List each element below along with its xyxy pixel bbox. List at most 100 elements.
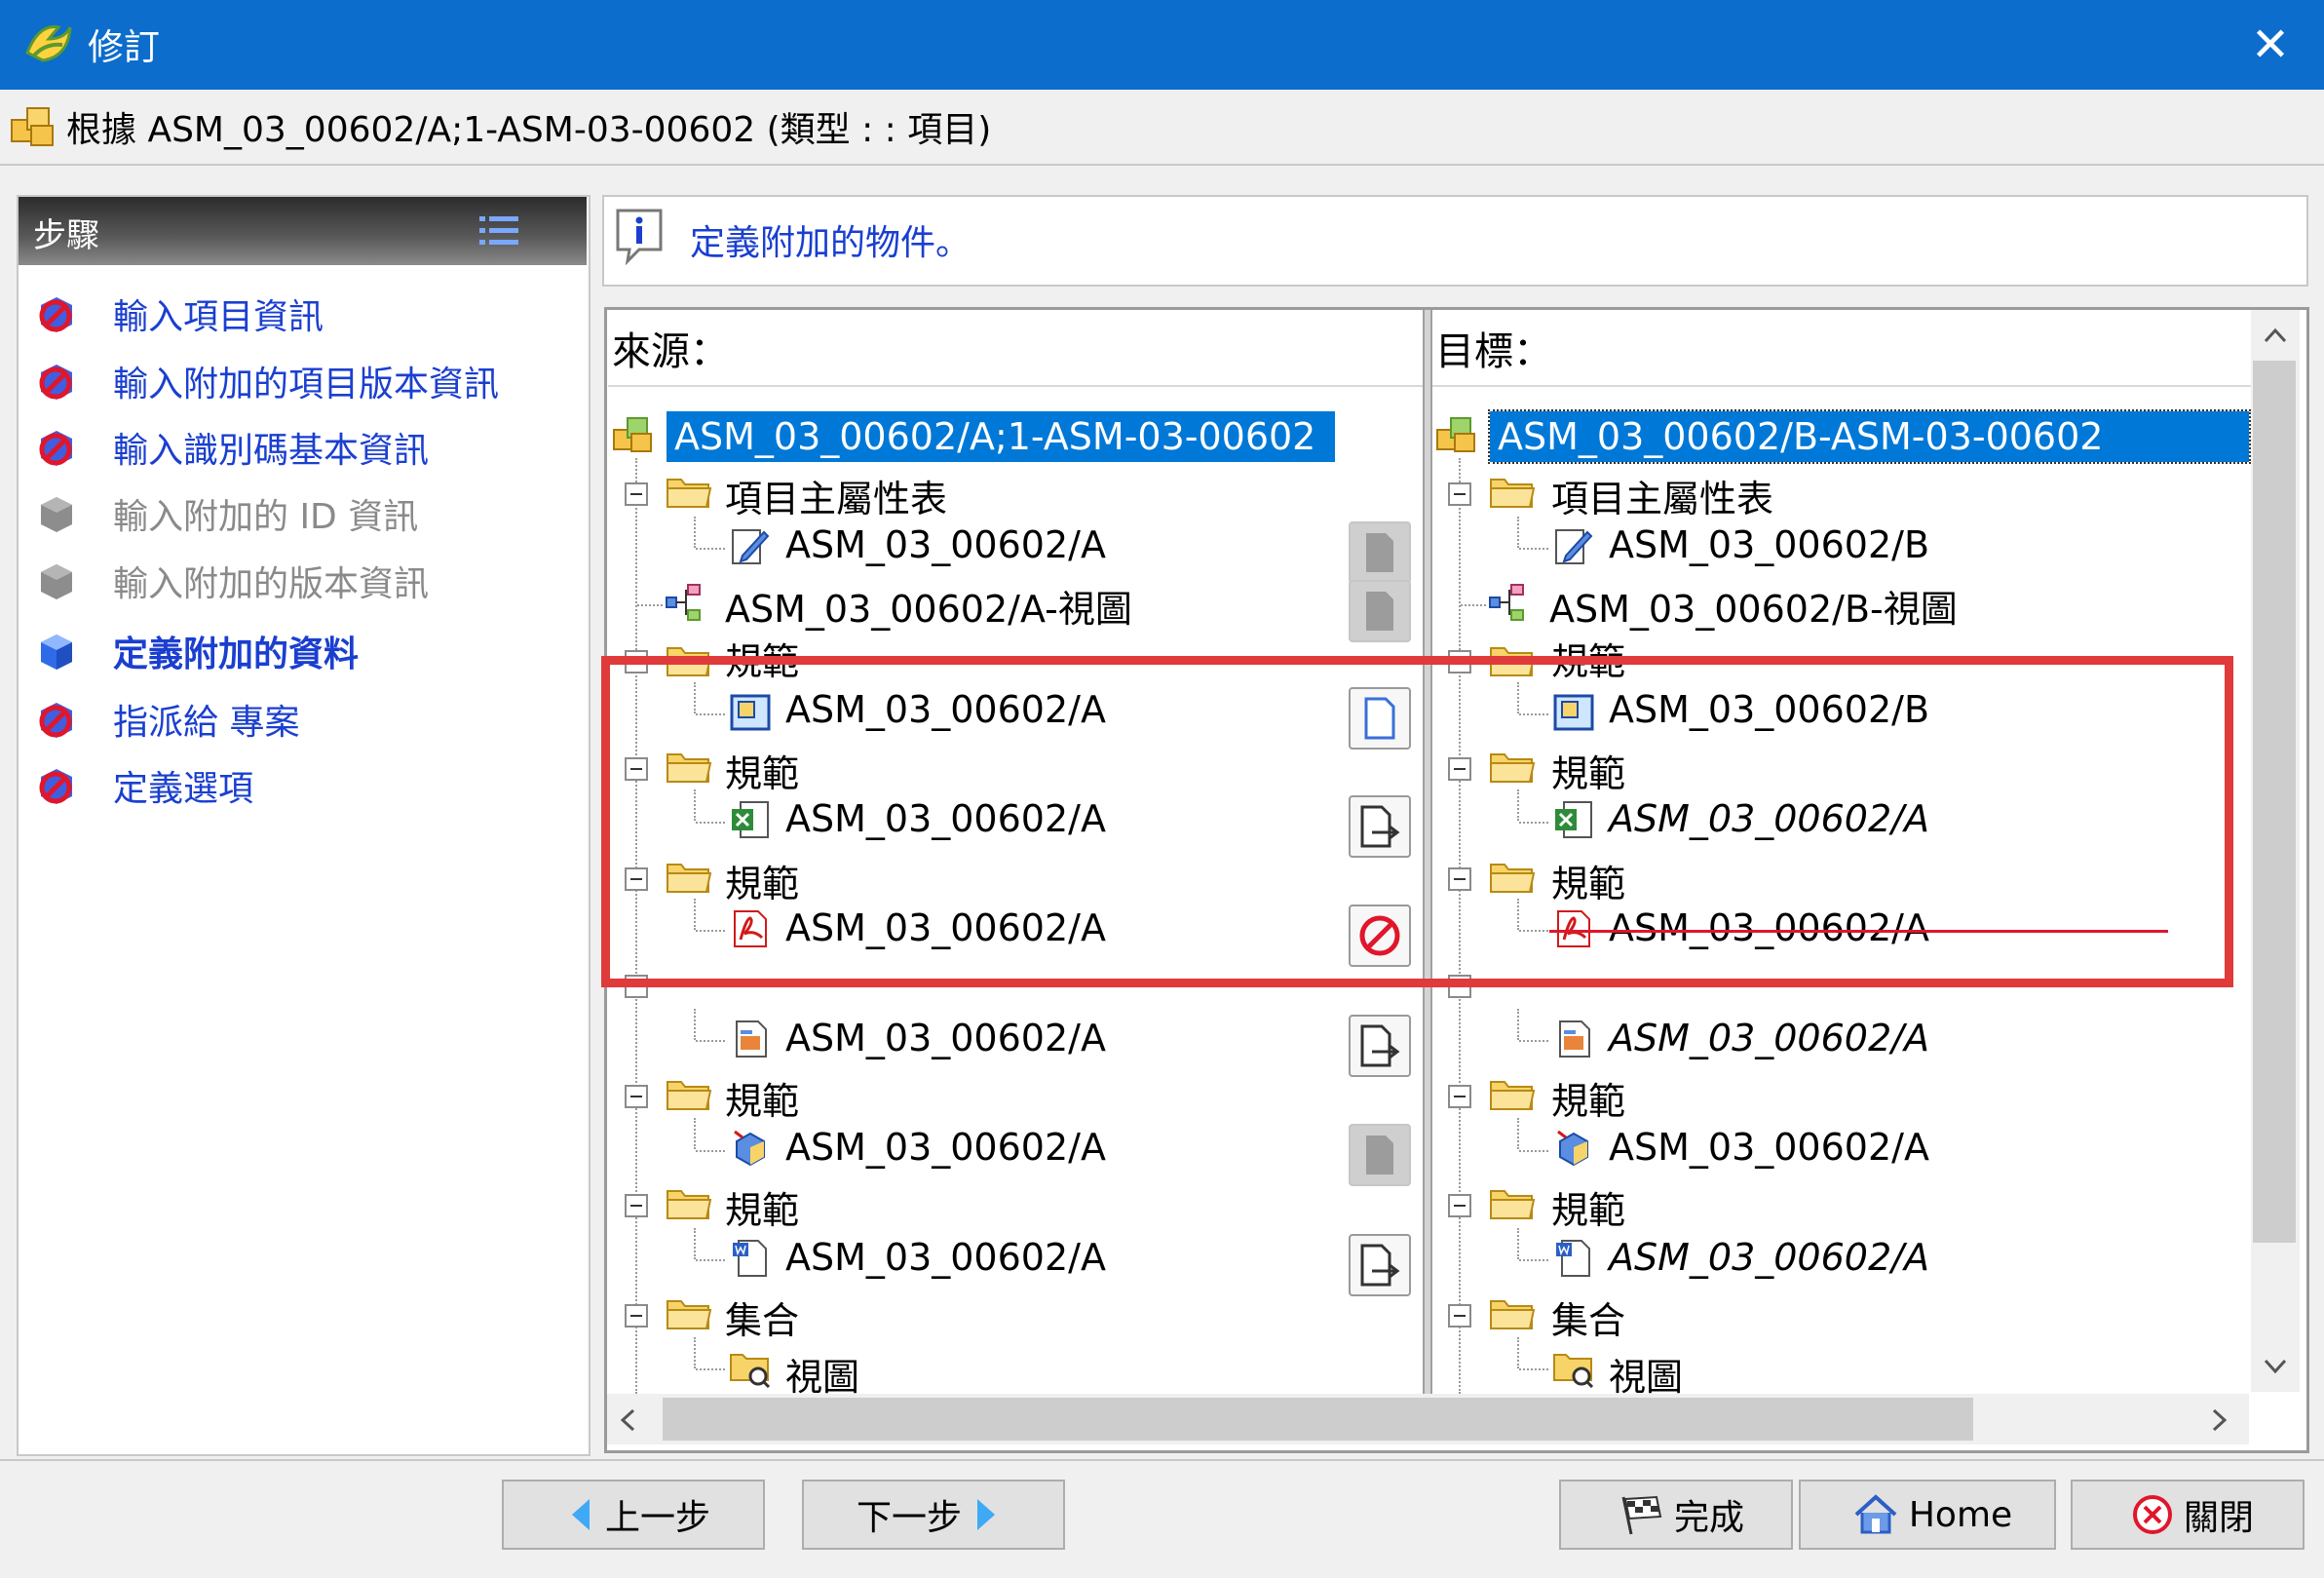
form-edit-icon bbox=[732, 529, 770, 564]
home-button[interactable]: Home bbox=[1799, 1480, 2056, 1550]
info-text: 定義附加的物件。 bbox=[690, 223, 972, 263]
arrow-left-icon bbox=[571, 1499, 590, 1530]
scroll-left-icon[interactable] bbox=[614, 1404, 643, 1437]
tree-line bbox=[1519, 1368, 1548, 1370]
target-tree-item-reference[interactable]: ASM_03_00602/A bbox=[1609, 1236, 1929, 1279]
collapse-toggle[interactable] bbox=[625, 1194, 648, 1217]
tree-line bbox=[696, 1040, 725, 1042]
target-tree-item[interactable]: ASM_03_00602/B bbox=[1609, 523, 1929, 566]
home-button-label: Home bbox=[1908, 1494, 2013, 1535]
target-tree-item[interactable]: ASM_03_00602/B-視圖 bbox=[1549, 579, 1958, 633]
target-tree-item[interactable]: 視圖 bbox=[1609, 1347, 1683, 1401]
horizontal-scroll-thumb[interactable] bbox=[663, 1398, 1973, 1441]
source-tree-item[interactable]: ASM_03_00602/A bbox=[785, 1236, 1106, 1279]
tree-line bbox=[1519, 1150, 1548, 1152]
collapse-toggle[interactable] bbox=[1448, 1085, 1471, 1108]
tree-line bbox=[1517, 1337, 1519, 1368]
target-tree-item[interactable]: ASM_03_00602/A bbox=[1609, 1126, 1929, 1169]
item-revision-icon bbox=[613, 417, 652, 452]
word-icon bbox=[733, 1240, 767, 1277]
reference-arrow-icon bbox=[1360, 1244, 1400, 1287]
step-item[interactable]: 輸入附加的項目版本資訊 bbox=[33, 354, 499, 408]
item-revision-icon bbox=[1436, 417, 1475, 452]
action-reference-button[interactable] bbox=[1349, 1015, 1411, 1077]
source-folder-label[interactable]: 項目主屬性表 bbox=[725, 469, 947, 522]
tree-line bbox=[694, 517, 696, 548]
tree-line bbox=[696, 1259, 725, 1261]
step-item[interactable]: 定義選項 bbox=[33, 758, 253, 813]
vertical-scroll-thumb[interactable] bbox=[2253, 361, 2296, 1243]
step-item-current[interactable]: 定義附加的資料 bbox=[33, 624, 359, 678]
highlight-box bbox=[601, 656, 2233, 987]
step-incomplete-icon bbox=[39, 431, 72, 466]
step-label: 輸入附加的 ID 資訊 bbox=[113, 497, 419, 537]
model-3d-icon bbox=[734, 1130, 765, 1167]
item-revision-icon bbox=[11, 107, 54, 146]
step-item[interactable]: 指派給 專案 bbox=[33, 692, 299, 747]
reference-arrow-icon bbox=[1360, 1024, 1400, 1067]
page-icon bbox=[1366, 533, 1393, 572]
collapse-toggle[interactable] bbox=[625, 482, 648, 506]
source-tree-item[interactable]: ASM_03_00602/A bbox=[785, 523, 1106, 566]
target-tree-item-reference[interactable]: ASM_03_00602/A bbox=[1609, 1017, 1929, 1059]
list-icon[interactable] bbox=[477, 212, 522, 250]
tree-line bbox=[1517, 1228, 1519, 1259]
back-button[interactable]: 上一步 bbox=[502, 1480, 765, 1550]
tree-line bbox=[1519, 1259, 1548, 1261]
info-icon bbox=[616, 209, 663, 265]
action-reference-button[interactable] bbox=[1349, 1234, 1411, 1296]
step-incomplete-icon bbox=[39, 365, 72, 400]
folder-icon bbox=[1490, 479, 1536, 508]
model-3d-icon bbox=[1557, 1130, 1588, 1167]
collapse-toggle[interactable] bbox=[625, 1085, 648, 1108]
page-icon bbox=[1366, 592, 1393, 631]
step-item[interactable]: 輸入識別碼基本資訊 bbox=[33, 420, 429, 475]
collapse-toggle[interactable] bbox=[1448, 482, 1471, 506]
source-tree-item[interactable]: ASM_03_00602/A bbox=[785, 1017, 1106, 1059]
tree-line bbox=[1517, 517, 1519, 548]
tree-line bbox=[696, 548, 725, 550]
divider bbox=[608, 385, 1423, 387]
collapse-toggle[interactable] bbox=[625, 1304, 648, 1328]
close-button[interactable]: 關閉 bbox=[2071, 1480, 2305, 1550]
source-tree-item[interactable]: ASM_03_00602/A bbox=[785, 1126, 1106, 1169]
target-folder-label[interactable]: 項目主屬性表 bbox=[1551, 469, 1773, 522]
target-pane-title: 目標： bbox=[1435, 329, 1552, 374]
tree-line bbox=[1519, 548, 1548, 550]
finish-button[interactable]: 完成 bbox=[1559, 1480, 1793, 1550]
action-disabled-button bbox=[1349, 521, 1411, 584]
collapse-toggle[interactable] bbox=[1448, 1304, 1471, 1328]
image-file-icon bbox=[1559, 1020, 1590, 1058]
step-disabled-icon bbox=[41, 497, 72, 532]
folder-icon bbox=[667, 479, 712, 508]
collapse-toggle[interactable] bbox=[1448, 1194, 1471, 1217]
close-button-label: 關閉 bbox=[2183, 1498, 2254, 1538]
step-item[interactable]: 輸入項目資訊 bbox=[33, 287, 324, 341]
divider bbox=[0, 1459, 2324, 1461]
source-tree-item[interactable]: 視圖 bbox=[785, 1347, 859, 1401]
view-folder-icon bbox=[730, 1354, 771, 1388]
source-tree-item[interactable]: ASM_03_00602/A-視圖 bbox=[725, 579, 1132, 633]
step-incomplete-icon bbox=[39, 703, 72, 738]
title-bar bbox=[0, 0, 2324, 90]
target-root-node[interactable]: ASM_03_00602/B-ASM-03-00602 bbox=[1488, 409, 2251, 464]
tree-line bbox=[694, 1337, 696, 1368]
close-window-button[interactable]: ✕ bbox=[2231, 10, 2309, 80]
image-file-icon bbox=[736, 1020, 767, 1058]
source-folder-label[interactable]: 規範 bbox=[725, 1180, 799, 1234]
scroll-down-icon[interactable] bbox=[2259, 1353, 2292, 1380]
source-root-node[interactable]: ASM_03_00602/A;1-ASM-03-00602 bbox=[667, 411, 1335, 462]
target-folder-label[interactable]: 規範 bbox=[1551, 1180, 1625, 1234]
scroll-right-icon[interactable] bbox=[2204, 1404, 2233, 1437]
source-folder-label[interactable]: 集合 bbox=[725, 1290, 799, 1344]
target-folder-label[interactable]: 規範 bbox=[1551, 1071, 1625, 1125]
target-folder-label[interactable]: 集合 bbox=[1551, 1290, 1625, 1344]
close-circle-icon bbox=[2132, 1495, 2172, 1534]
source-folder-label[interactable]: 規範 bbox=[725, 1071, 799, 1125]
tree-line bbox=[694, 1228, 696, 1259]
scroll-up-icon[interactable] bbox=[2259, 322, 2292, 349]
divider bbox=[0, 164, 2324, 166]
step-label: 定義附加的資料 bbox=[113, 635, 360, 674]
next-button[interactable]: 下一步 bbox=[802, 1480, 1065, 1550]
folder-icon bbox=[1490, 1300, 1536, 1329]
